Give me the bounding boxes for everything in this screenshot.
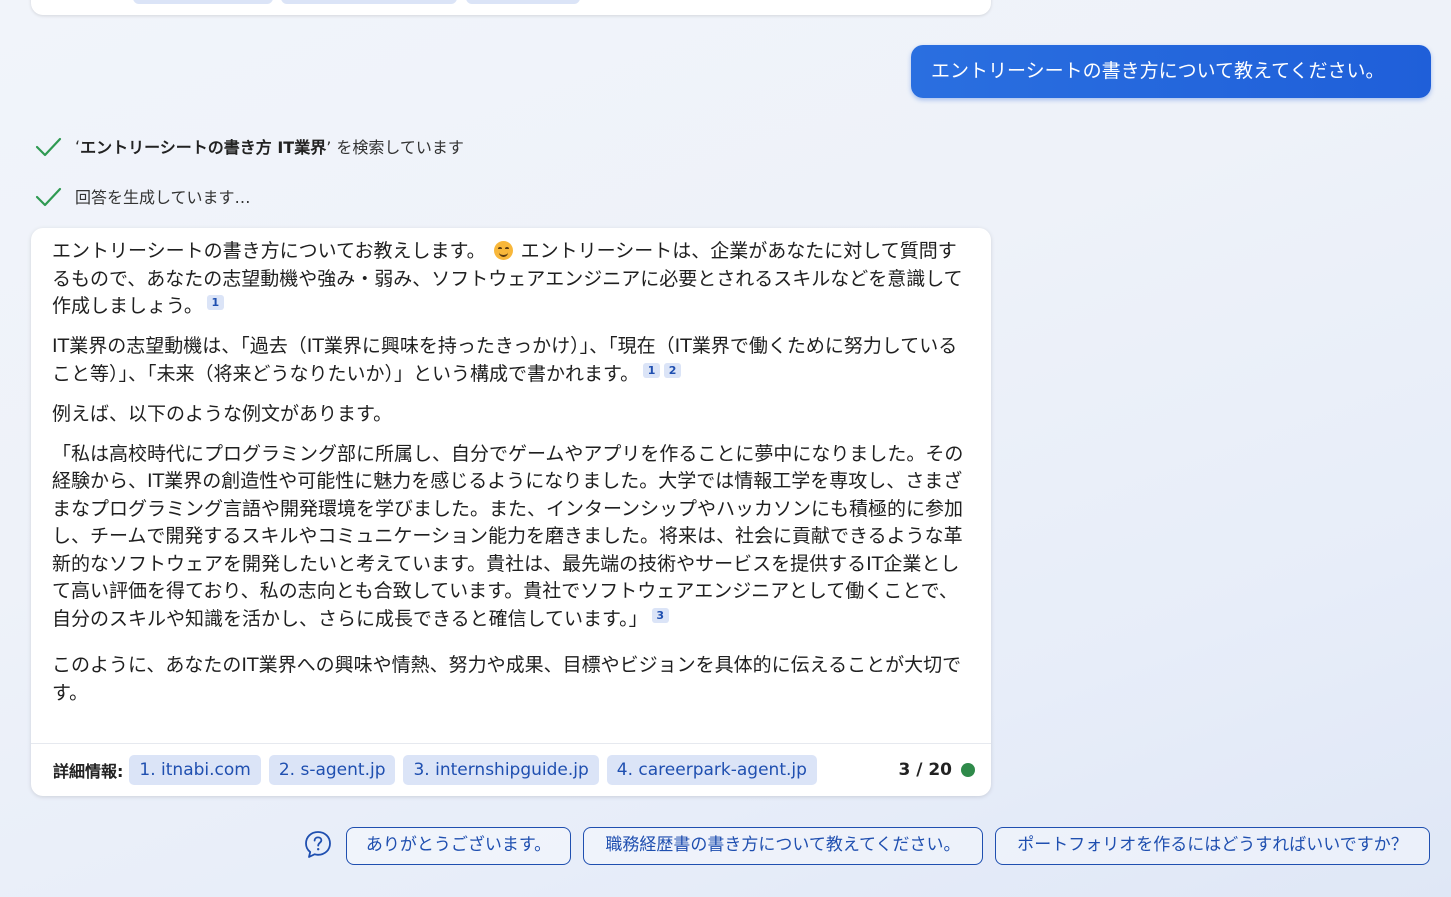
generating-status: 回答を生成しています… [34, 182, 251, 210]
answer-body: エントリーシートの書き方についてお教えします。 エントリーシートは、企業があなた… [52, 238, 974, 720]
previous-reference-chip[interactable] [133, 0, 273, 4]
search-query: エントリーシートの書き方 IT業界 [80, 138, 327, 157]
answer-paragraph: IT業界の志望動機は、「過去（IT業界に興味を持ったきっかけ）」、「現在（IT業… [52, 333, 974, 388]
previous-reference-chip[interactable] [281, 0, 457, 4]
checkmark-icon [35, 137, 62, 157]
answer-paragraph: エントリーシートの書き方についてお教えします。 エントリーシートは、企業があなた… [52, 238, 974, 321]
help-bubble-icon[interactable] [303, 829, 333, 859]
status-dot-icon [961, 763, 975, 777]
suggestion-button[interactable]: ポートフォリオを作るにはどうすればいいですか？ [995, 827, 1430, 865]
reference-link[interactable]: 1. itnabi.com [129, 755, 261, 785]
search-status-suffix: ’ を検索しています [326, 138, 464, 157]
turn-counter: 3 / 20 [898, 760, 975, 780]
user-message-bubble: エントリーシートの書き方について教えてください。 [911, 45, 1431, 98]
search-status: ‘エントリーシートの書き方 IT業界’ を検索しています [34, 132, 464, 160]
smiling-face-icon [493, 241, 513, 260]
reference-link[interactable]: 2. s-agent.jp [268, 755, 396, 785]
citation-marker[interactable]: 2 [664, 362, 682, 378]
answer-paragraph: 例えば、以下のような例文があります。 [52, 401, 974, 429]
answer-paragraph: このように、あなたのIT業界への興味や情熱、努力や成果、目標やビジョンを具体的に… [52, 652, 974, 707]
card-divider [31, 743, 991, 744]
generating-status-text: 回答を生成しています… [75, 188, 251, 207]
suggestion-button[interactable]: ありがとうございます。 [346, 827, 571, 865]
answer-text: このように、あなたのIT業界への興味や情熱、努力や成果、目標やビジョンを具体的に… [52, 654, 962, 704]
answer-text: 例えば、以下のような例文があります。 [52, 402, 393, 425]
answer-card: エントリーシートの書き方についてお教えします。 エントリーシートは、企業があなた… [31, 228, 991, 796]
previous-reference-chip[interactable] [466, 0, 580, 4]
checkmark-icon [35, 187, 62, 207]
answer-text: IT業界の志望動機は、「過去（IT業界に興味を持ったきっかけ）」、「現在（IT業… [52, 335, 958, 385]
answer-paragraph: 「私は高校時代にプログラミング部に所属し、自分でゲームやアプリを作ることに夢中に… [52, 441, 974, 634]
references-footer: 詳細情報: 1. itnabi.com 2. s-agent.jp 3. int… [53, 755, 975, 785]
previous-message-card [31, 0, 991, 15]
suggestion-button[interactable]: 職務経歴書の書き方について教えてください。 [583, 827, 983, 865]
citation-marker[interactable]: 1 [206, 295, 224, 310]
reference-link[interactable]: 3. internshipguide.jp [403, 755, 599, 785]
answer-text: 「私は高校時代にプログラミング部に所属し、自分でゲームやアプリを作ることに夢中に… [52, 442, 964, 630]
references-label: 詳細情報: [53, 762, 124, 781]
citation-marker[interactable]: 1 [643, 362, 661, 378]
turn-count-text: 3 / 20 [898, 760, 952, 780]
reference-link[interactable]: 4. careerpark-agent.jp [606, 755, 817, 785]
citation-marker[interactable]: 3 [651, 607, 669, 623]
answer-text: エントリーシートの書き方についてお教えします。 [52, 240, 486, 262]
